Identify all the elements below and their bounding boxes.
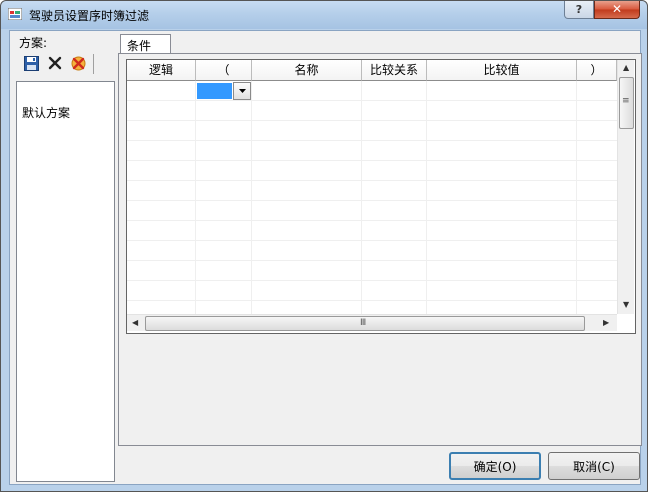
grid-body[interactable] xyxy=(127,81,617,314)
open-paren-combo[interactable] xyxy=(196,82,251,100)
client-area: 方案: 默认方案 条件 逻辑 （ 名称 比较关系 比较值 ） ▲ ≡ ▼ ◀ Ⅲ… xyxy=(9,30,642,485)
ok-button[interactable]: 确定(O) xyxy=(449,452,541,480)
combo-selection xyxy=(197,83,232,99)
reset-scheme-button[interactable] xyxy=(69,54,87,72)
window-title: 驾驶员设置序时簿过滤 xyxy=(29,9,150,23)
scroll-left-icon[interactable]: ◀ xyxy=(132,318,138,327)
button-bar: 确定(O) 取消(C) xyxy=(118,446,642,484)
grid-divider xyxy=(127,240,617,241)
vertical-scroll-thumb[interactable]: ≡ xyxy=(619,77,634,129)
scroll-down-icon[interactable]: ▼ xyxy=(623,300,629,309)
toolbar-separator xyxy=(93,54,94,74)
close-button[interactable]: ✕ xyxy=(594,1,640,19)
column-header-logic[interactable]: 逻辑 xyxy=(127,60,196,81)
scheme-panel: 方案: 默认方案 xyxy=(15,32,115,483)
scheme-list[interactable]: 默认方案 xyxy=(16,81,115,482)
column-header-open-paren[interactable]: （ xyxy=(196,60,252,81)
scheme-label: 方案: xyxy=(19,36,48,50)
grid-divider xyxy=(127,260,617,261)
dialog-window: 驾驶员设置序时簿过滤 ? ✕ 方案: 默认方案 条件 逻辑 （ 名称 比较关系 … xyxy=(0,0,648,492)
vertical-scrollbar[interactable]: ▲ ≡ ▼ xyxy=(617,60,634,314)
delete-scheme-button[interactable] xyxy=(46,54,64,72)
grid-divider xyxy=(127,280,617,281)
grid-divider xyxy=(127,100,617,101)
grid-divider xyxy=(127,160,617,161)
column-header-name[interactable]: 名称 xyxy=(252,60,362,81)
column-header-compare[interactable]: 比较关系 xyxy=(362,60,427,81)
help-button[interactable]: ? xyxy=(564,1,594,19)
column-header-value[interactable]: 比较值 xyxy=(427,60,577,81)
grid-divider xyxy=(127,140,617,141)
grid-divider xyxy=(127,200,617,201)
app-icon xyxy=(8,8,22,20)
tab-conditions[interactable]: 条件 xyxy=(120,34,171,55)
grid-divider xyxy=(127,120,617,121)
title-bar[interactable]: 驾驶员设置序时簿过滤 ? ✕ xyxy=(1,1,647,29)
horizontal-scroll-thumb[interactable]: Ⅲ xyxy=(145,316,585,331)
horizontal-scrollbar[interactable]: ◀ Ⅲ ▶ xyxy=(127,314,617,331)
scroll-up-icon[interactable]: ▲ xyxy=(623,63,629,72)
grid-divider xyxy=(127,300,617,301)
scheme-item-default[interactable]: 默认方案 xyxy=(22,104,70,121)
grid-divider xyxy=(127,180,617,181)
column-header-close-paren[interactable]: ） xyxy=(577,60,617,81)
cancel-button[interactable]: 取消(C) xyxy=(548,452,640,480)
condition-grid[interactable]: 逻辑 （ 名称 比较关系 比较值 ） ▲ ≡ ▼ ◀ Ⅲ ▶ xyxy=(126,59,636,334)
grip-icon: Ⅲ xyxy=(360,318,366,328)
delete-icon xyxy=(48,56,62,70)
grid-divider xyxy=(127,220,617,221)
tab-strip: 条件 xyxy=(119,33,637,55)
combo-dropdown-button[interactable] xyxy=(233,82,251,100)
grid-header: 逻辑 （ 名称 比较关系 比较值 ） xyxy=(127,60,617,81)
chevron-down-icon xyxy=(238,89,246,93)
scroll-right-icon[interactable]: ▶ xyxy=(603,318,609,327)
save-icon xyxy=(23,55,39,71)
scheme-toolbar xyxy=(17,52,113,74)
save-scheme-button[interactable] xyxy=(22,54,40,72)
conditions-tab-page: 逻辑 （ 名称 比较关系 比较值 ） ▲ ≡ ▼ ◀ Ⅲ ▶ xyxy=(118,53,642,446)
grip-icon: ≡ xyxy=(622,96,629,106)
reset-icon xyxy=(71,56,85,70)
